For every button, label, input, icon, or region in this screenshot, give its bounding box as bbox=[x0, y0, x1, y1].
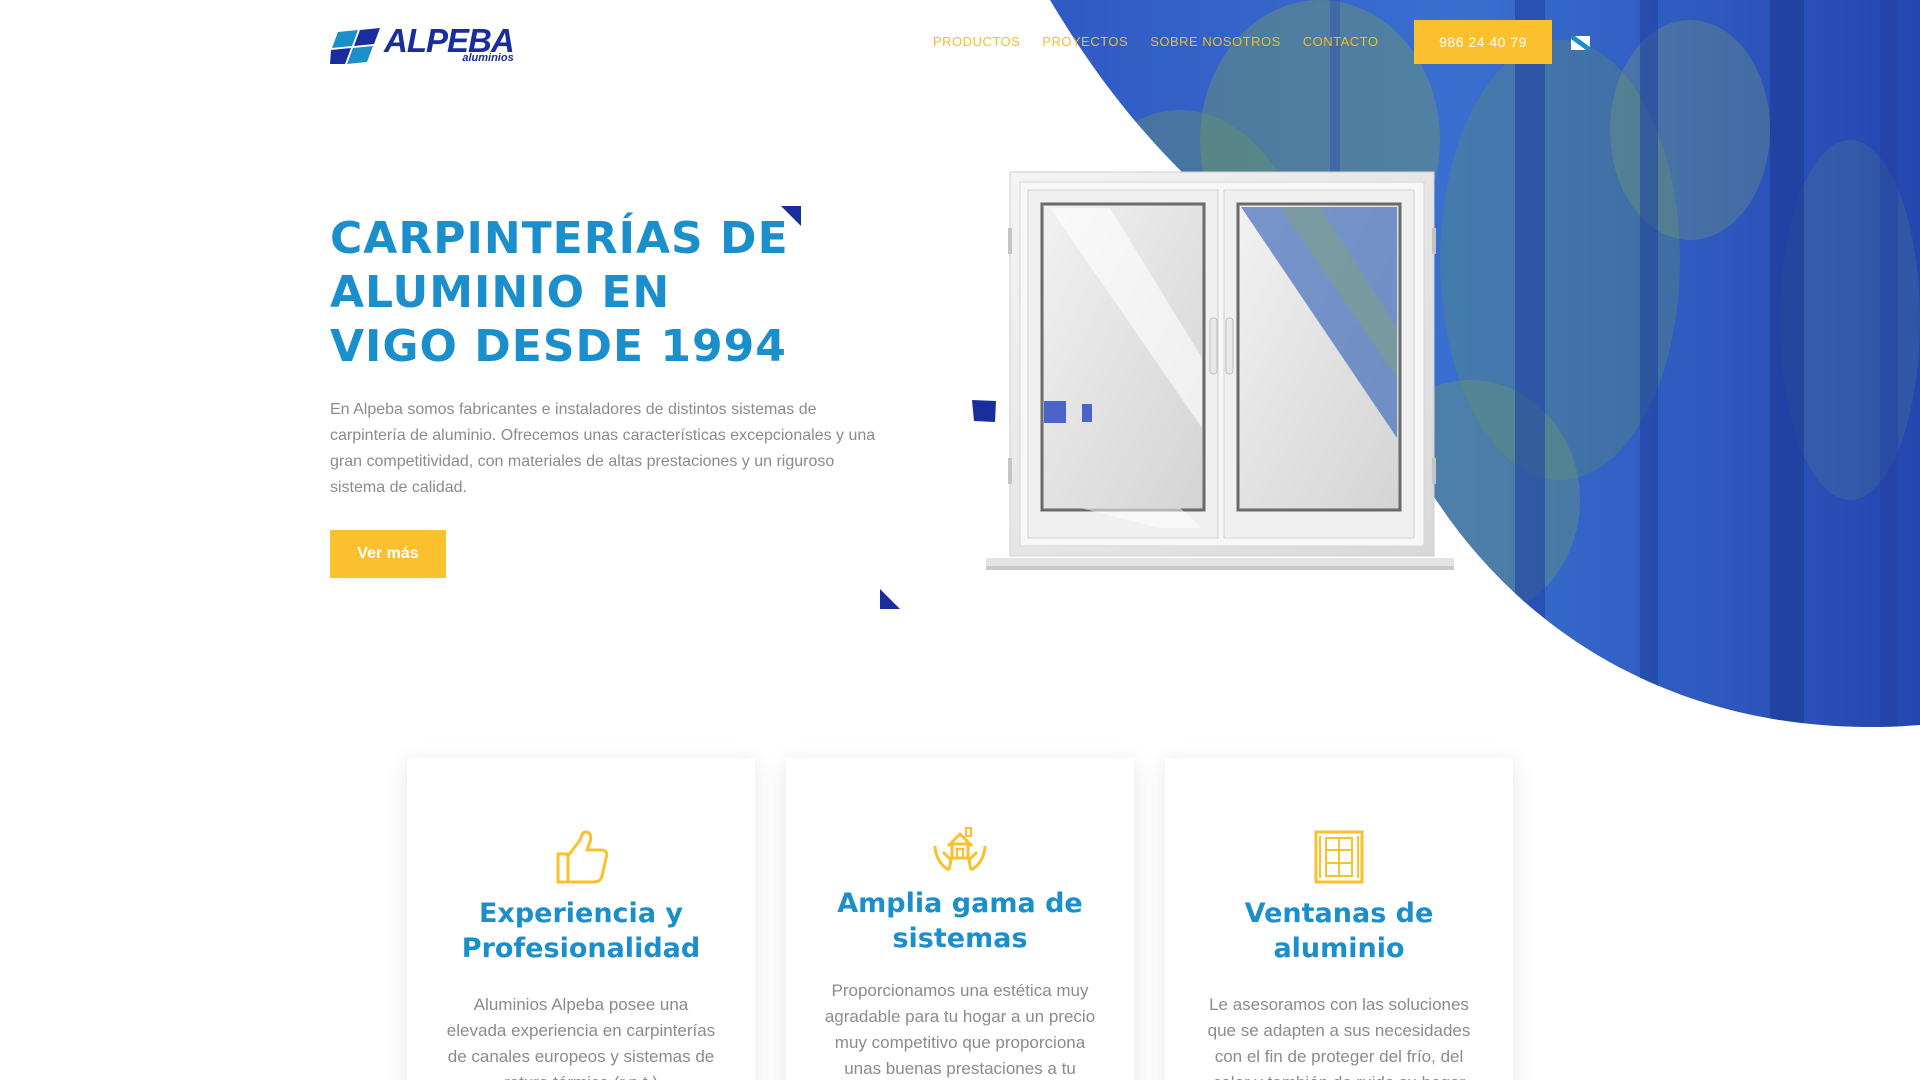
logo-mark-icon bbox=[330, 28, 380, 64]
hero-title: CARPINTERÍAS DE ALUMINIO EN VIGO DESDE 1… bbox=[330, 213, 789, 372]
window-illustration bbox=[986, 171, 1454, 570]
feature-title: Amplia gama de sistemas bbox=[837, 888, 1083, 954]
nav-productos[interactable]: PRODUCTOS bbox=[933, 34, 1020, 49]
feature-text: Le asesoramos con las soluciones que se … bbox=[1207, 995, 1471, 1080]
site-logo[interactable]: ALPEBA aluminios bbox=[330, 24, 515, 65]
window-icon bbox=[1314, 830, 1364, 884]
logo-text: ALPEBA aluminios bbox=[384, 24, 515, 65]
nav-proyectos[interactable]: PROYECTOS bbox=[1042, 34, 1128, 49]
feature-card-range: Amplia gama de sistemas Proporcionamos u… bbox=[786, 758, 1134, 1080]
decorative-triangle-icon bbox=[880, 589, 900, 609]
decorative-square-icon bbox=[1082, 404, 1092, 422]
feature-title: Experiencia y Profesionalidad bbox=[461, 898, 701, 964]
hands-house-icon bbox=[933, 827, 987, 872]
nav-contacto[interactable]: CONTACTO bbox=[1303, 34, 1379, 49]
feature-text: Proporcionamos una estética muy agradabl… bbox=[824, 981, 1096, 1078]
hero-background bbox=[1050, 0, 1920, 727]
feature-card-experience: Experiencia y Profesionalidad Aluminios … bbox=[407, 758, 755, 1080]
galician-flag-icon[interactable] bbox=[1571, 36, 1590, 50]
hero-description: En Alpeba somos fabricantes e instalador… bbox=[330, 401, 876, 496]
thumbs-up-icon bbox=[556, 830, 609, 884]
page: ALPEBA aluminios PRODUCTOS PROYECTOS SOB… bbox=[0, 0, 1920, 1080]
main-nav: PRODUCTOS PROYECTOS SOBRE NOSOTROS CONTA… bbox=[933, 34, 1401, 49]
decorative-triangle-icon bbox=[781, 206, 801, 226]
feature-card-windows: Ventanas de aluminio Le asesoramos con l… bbox=[1165, 758, 1513, 1080]
decorative-square-icon bbox=[1044, 401, 1066, 423]
ver-mas-button[interactable]: Ver más bbox=[330, 530, 446, 578]
feature-text: Aluminios Alpeba posee una elevada exper… bbox=[446, 995, 716, 1080]
nav-sobre-nosotros[interactable]: SOBRE NOSOTROS bbox=[1150, 34, 1281, 49]
logo-subtitle: aluminios bbox=[462, 52, 514, 64]
phone-button[interactable]: 986 24 40 79 bbox=[1414, 20, 1552, 64]
feature-title: Ventanas de aluminio bbox=[1244, 898, 1434, 964]
